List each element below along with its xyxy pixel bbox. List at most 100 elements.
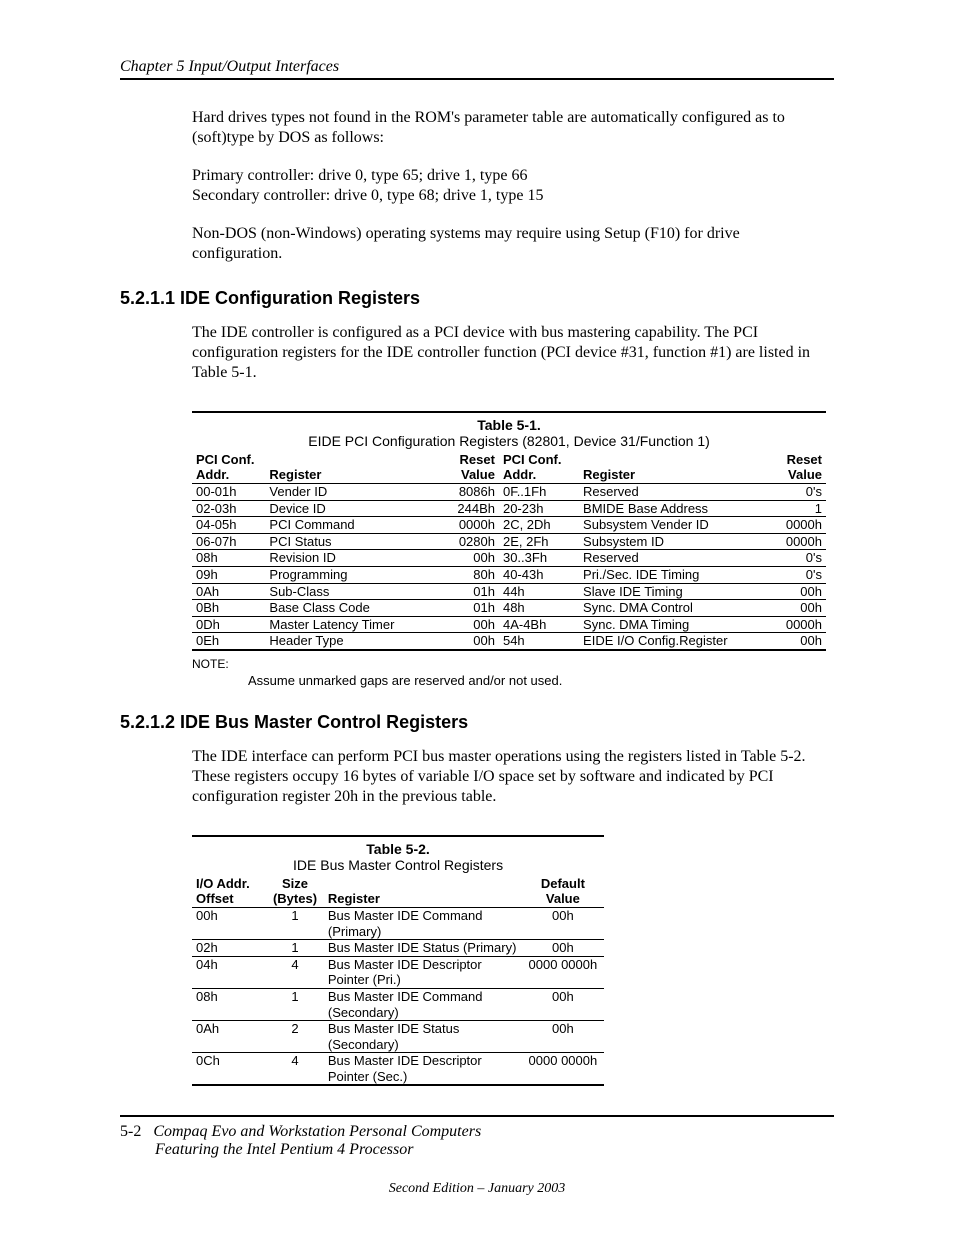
table-cell: 1 xyxy=(266,988,324,1020)
th-reset-2: ResetValue xyxy=(759,451,826,484)
table-row: 00h1Bus Master IDE Command (Primary)00h xyxy=(192,907,604,939)
intro-block: Hard drives types not found in the ROM's… xyxy=(192,108,826,264)
table-cell: 1 xyxy=(759,500,826,517)
table-cell: 0Dh xyxy=(192,616,265,633)
footer-edition: Second Edition – January 2003 xyxy=(120,1181,834,1197)
table-cell: 0000 0000h xyxy=(522,956,604,988)
th-size: Size(Bytes) xyxy=(266,875,324,908)
intro-p3: Non-DOS (non-Windows) operating systems … xyxy=(192,224,826,264)
table-cell: 0Ah xyxy=(192,583,265,600)
table-cell: 04-05h xyxy=(192,517,265,534)
th-addr-1: PCI Conf.Addr. xyxy=(192,451,265,484)
table-row: 04h4Bus Master IDE Descriptor Pointer (P… xyxy=(192,956,604,988)
table-cell: 0's xyxy=(759,484,826,501)
table-row: 0EhHeader Type00h54hEIDE I/O Config.Regi… xyxy=(192,633,826,650)
table-cell: 244Bh xyxy=(432,500,499,517)
table-row: 0BhBase Class Code01h48hSync. DMA Contro… xyxy=(192,600,826,617)
table-row: 04-05hPCI Command0000h2C, 2DhSubsystem V… xyxy=(192,517,826,534)
table-cell: Bus Master IDE Status (Primary) xyxy=(324,940,522,957)
table-cell: Sync. DMA Timing xyxy=(579,616,759,633)
heading-5-2-1-2: 5.2.1.2 IDE Bus Master Control Registers xyxy=(120,712,834,733)
table1-grid: PCI Conf.Addr. Register ResetValue PCI C… xyxy=(192,451,826,651)
chapter-header: Chapter 5 Input/Output Interfaces xyxy=(120,58,834,80)
table-cell: Slave IDE Timing xyxy=(579,583,759,600)
table-cell: 2 xyxy=(266,1021,324,1053)
table-cell: 4A-4Bh xyxy=(499,616,579,633)
heading-5-2-1-1: 5.2.1.1 IDE Configuration Registers xyxy=(120,288,834,309)
th-reset-1: ResetValue xyxy=(432,451,499,484)
table-cell: Vender ID xyxy=(265,484,432,501)
table-cell: 00h xyxy=(522,907,604,939)
table-row: 00-01hVender ID8086h0F..1FhReserved0's xyxy=(192,484,826,501)
table-cell: 00h xyxy=(192,907,266,939)
table-cell: Sub-Class xyxy=(265,583,432,600)
table-cell: Pri./Sec. IDE Timing xyxy=(579,566,759,583)
table-cell: 02-03h xyxy=(192,500,265,517)
table-cell: 4 xyxy=(266,956,324,988)
page-footer: 5-2 Compaq Evo and Workstation Personal … xyxy=(120,1115,834,1197)
table-row: 0DhMaster Latency Timer00h4A-4BhSync. DM… xyxy=(192,616,826,633)
table-cell: Revision ID xyxy=(265,550,432,567)
table-cell: 1 xyxy=(266,940,324,957)
table2-subtitle: IDE Bus Master Control Registers xyxy=(192,857,604,875)
table-cell: 02h xyxy=(192,940,266,957)
table-cell: 0000h xyxy=(432,517,499,534)
table-row: 06-07hPCI Status0280h2E, 2FhSubsystem ID… xyxy=(192,533,826,550)
table1-note-label: NOTE: xyxy=(192,657,826,671)
table1-note-body: Assume unmarked gaps are reserved and/or… xyxy=(248,673,826,688)
table-cell: Bus Master IDE Status (Secondary) xyxy=(324,1021,522,1053)
table-cell: 00h xyxy=(759,633,826,650)
table-cell: BMIDE Base Address xyxy=(579,500,759,517)
table-row: 09hProgramming80h40-43hPri./Sec. IDE Tim… xyxy=(192,566,826,583)
table-cell: 0Bh xyxy=(192,600,265,617)
table-cell: Master Latency Timer xyxy=(265,616,432,633)
table-cell: Subsystem Vender ID xyxy=(579,517,759,534)
th-addr-2: PCI Conf.Addr. xyxy=(499,451,579,484)
table-cell: 80h xyxy=(432,566,499,583)
table-5-1: Table 5-1. EIDE PCI Configuration Regist… xyxy=(192,411,826,651)
page-number: 5-2 xyxy=(120,1123,141,1141)
table-cell: 0000h xyxy=(759,517,826,534)
table-cell: 00h xyxy=(522,1021,604,1053)
table-cell: 0Ch xyxy=(192,1053,266,1086)
table-cell: Bus Master IDE Command (Primary) xyxy=(324,907,522,939)
footer-line2: Featuring the Intel Pentium 4 Processor xyxy=(155,1141,834,1159)
table-cell: 0280h xyxy=(432,533,499,550)
section2-para: The IDE interface can perform PCI bus ma… xyxy=(192,747,826,807)
table-cell: 0's xyxy=(759,550,826,567)
table-row: 08h1Bus Master IDE Command (Secondary)00… xyxy=(192,988,604,1020)
intro-p1: Hard drives types not found in the ROM's… xyxy=(192,108,826,148)
table-cell: 1 xyxy=(266,907,324,939)
table-cell: 08h xyxy=(192,550,265,567)
table-row: 02h1Bus Master IDE Status (Primary)00h xyxy=(192,940,604,957)
table-cell: Reserved xyxy=(579,484,759,501)
table-cell: Device ID xyxy=(265,500,432,517)
table-cell: 48h xyxy=(499,600,579,617)
table-cell: Base Class Code xyxy=(265,600,432,617)
table-cell: 30..3Fh xyxy=(499,550,579,567)
table-cell: Subsystem ID xyxy=(579,533,759,550)
table-cell: 00h xyxy=(522,988,604,1020)
section1-para: The IDE controller is configured as a PC… xyxy=(192,323,826,383)
table-cell: 2E, 2Fh xyxy=(499,533,579,550)
table-cell: 01h xyxy=(432,600,499,617)
table-cell: 40-43h xyxy=(499,566,579,583)
table-cell: 04h xyxy=(192,956,266,988)
footer-line1: 5-2 Compaq Evo and Workstation Personal … xyxy=(120,1123,834,1141)
table-row: 08hRevision ID00h30..3FhReserved0's xyxy=(192,550,826,567)
table-cell: 08h xyxy=(192,988,266,1020)
table-cell: 00h xyxy=(432,550,499,567)
table-cell: PCI Status xyxy=(265,533,432,550)
table-cell: 00h xyxy=(432,616,499,633)
table-cell: Sync. DMA Control xyxy=(579,600,759,617)
table-row: 0Ch4Bus Master IDE Descriptor Pointer (S… xyxy=(192,1053,604,1086)
th-reg-1: Register xyxy=(265,451,432,484)
table-cell: 00h xyxy=(522,940,604,957)
table-cell: 0000 0000h xyxy=(522,1053,604,1086)
table-cell: 00-01h xyxy=(192,484,265,501)
table-cell: Bus Master IDE Descriptor Pointer (Sec.) xyxy=(324,1053,522,1086)
th-default: DefaultValue xyxy=(522,875,604,908)
table-cell: 20-23h xyxy=(499,500,579,517)
table-cell: Bus Master IDE Command (Secondary) xyxy=(324,988,522,1020)
table-cell: 54h xyxy=(499,633,579,650)
